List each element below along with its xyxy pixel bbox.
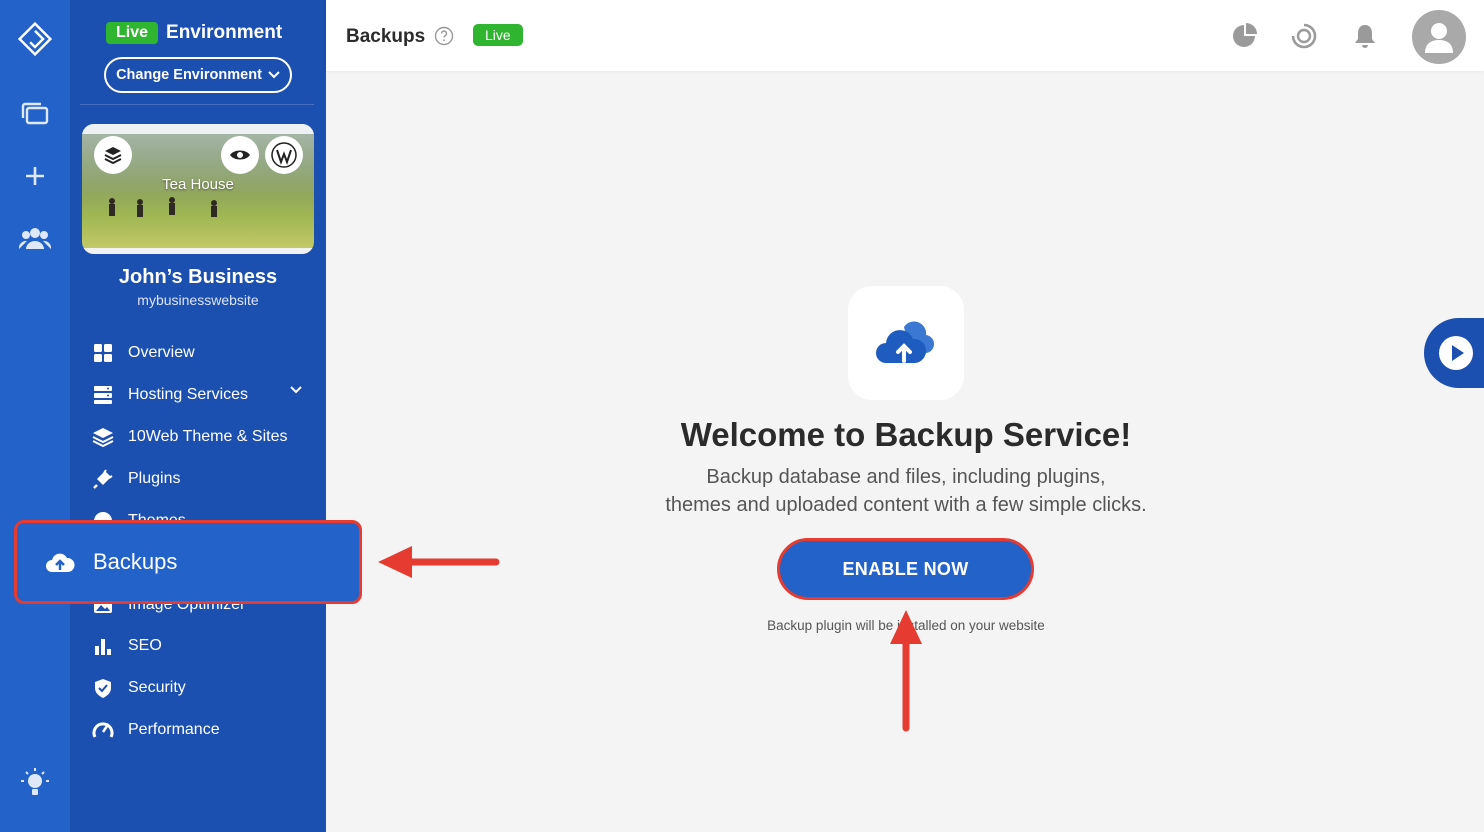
- windows-icon[interactable]: [18, 97, 52, 131]
- video-tutorial-tab[interactable]: [1424, 318, 1484, 388]
- pie-chart-icon[interactable]: [1230, 22, 1258, 50]
- avatar[interactable]: [1412, 10, 1466, 64]
- live-badge: Live: [106, 22, 159, 44]
- gauge-icon: [92, 719, 114, 741]
- sidebar-item-overview[interactable]: Overview: [92, 340, 195, 366]
- change-environment-button[interactable]: Change Environment: [104, 57, 292, 93]
- plug-icon: [92, 468, 114, 490]
- preview-title: Tea House: [162, 176, 234, 193]
- description-line: Backup database and files, including plu…: [706, 466, 1106, 488]
- icon-rail: [0, 0, 70, 832]
- backup-cloud-card: [848, 286, 964, 400]
- sidebar-item-backups[interactable]: Backups: [14, 520, 362, 604]
- bar-chart-icon: [92, 635, 114, 657]
- sidebar-item-label: Hosting Services: [128, 386, 249, 403]
- refresh-icon[interactable]: [1290, 22, 1318, 50]
- site-preview[interactable]: Tea House: [82, 124, 314, 254]
- eye-icon[interactable]: [221, 136, 259, 174]
- wordpress-icon[interactable]: [265, 136, 303, 174]
- sidebar-item-label: Plugins: [128, 470, 181, 487]
- team-icon[interactable]: [18, 221, 52, 255]
- description-line: themes and uploaded content with a few s…: [665, 494, 1147, 516]
- sidebar-item-label: Security: [128, 679, 186, 696]
- sidebar-item-performance[interactable]: Performance: [92, 717, 220, 743]
- help-icon[interactable]: [434, 26, 454, 46]
- environment-label: Environment: [166, 22, 283, 43]
- chevron-down-icon[interactable]: [290, 386, 302, 394]
- sidebar-divider: [80, 104, 314, 105]
- sidebar-item-label: Performance: [128, 721, 220, 738]
- welcome-description: Backup database and files, including plu…: [590, 463, 1222, 519]
- preview-figures: [109, 197, 217, 217]
- lightbulb-icon[interactable]: [18, 766, 52, 800]
- sidebar-item-seo[interactable]: SEO: [92, 633, 162, 659]
- sidebar-item-security[interactable]: Security: [92, 675, 186, 701]
- top-header: Backups Live: [326, 0, 1484, 71]
- sidebar-item-label: Overview: [128, 344, 195, 361]
- add-icon[interactable]: [18, 159, 52, 193]
- server-icon: [92, 384, 114, 406]
- arrow-up-icon: [890, 610, 922, 732]
- change-environment-label: Change Environment: [116, 67, 262, 83]
- user-icon: [1425, 23, 1453, 53]
- sidebar: Live Environment Change Environment Tea …: [70, 0, 326, 832]
- sidebar-item-label: SEO: [128, 637, 162, 654]
- layers-icon[interactable]: [94, 136, 132, 174]
- site-url: mybusinesswebsite: [137, 292, 259, 308]
- sidebar-item-plugins[interactable]: Plugins: [92, 466, 180, 492]
- live-badge: Live: [473, 24, 523, 46]
- site-name: John’s Business: [118, 266, 278, 288]
- grid-icon: [92, 342, 114, 364]
- enable-now-button[interactable]: ENABLE NOW: [777, 538, 1034, 600]
- page-title: Backups: [346, 26, 426, 47]
- sidebar-item-label: 10Web Theme & Sites: [128, 428, 288, 445]
- environment-row: Live Environment: [106, 22, 282, 44]
- bell-icon[interactable]: [1351, 22, 1379, 50]
- layers-icon: [92, 426, 114, 448]
- cloud-upload-icon: [876, 321, 935, 363]
- sidebar-item-10web-theme[interactable]: 10Web Theme & Sites: [92, 424, 288, 450]
- chevron-down-icon: [268, 71, 280, 79]
- sidebar-item-hosting-services[interactable]: Hosting Services: [92, 382, 248, 408]
- cloud-upload-icon: [45, 551, 75, 573]
- arrow-left-icon: [378, 546, 500, 578]
- logo-icon[interactable]: [18, 21, 52, 57]
- sidebar-item-label: Backups: [93, 549, 178, 574]
- shield-icon: [92, 677, 114, 699]
- welcome-heading: Welcome to Backup Service!: [680, 416, 1132, 453]
- play-icon: [1439, 336, 1473, 370]
